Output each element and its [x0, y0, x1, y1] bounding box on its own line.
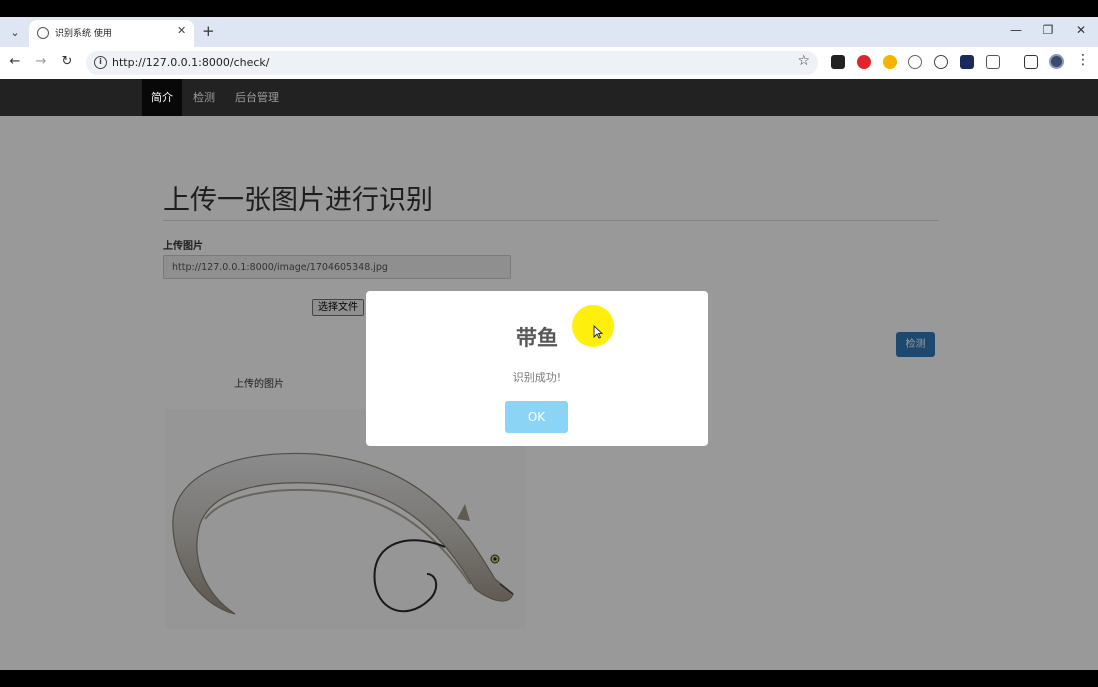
window-close-icon[interactable]: ✕: [1071, 23, 1091, 37]
mouse-cursor-icon: [593, 325, 603, 339]
url-text[interactable]: http://127.0.0.1:8000/check/: [112, 56, 270, 69]
extension-icon[interactable]: [934, 55, 948, 69]
extension-icon[interactable]: [908, 55, 922, 69]
extension-icon[interactable]: [960, 55, 974, 69]
address-bar[interactable]: i http://127.0.0.1:8000/check/ ☆: [86, 51, 818, 75]
info-icon[interactable]: i: [94, 56, 107, 69]
nav-item-intro[interactable]: 简介: [142, 79, 182, 116]
menu-icon[interactable]: ⋮: [1076, 52, 1090, 68]
nav-item-admin[interactable]: 后台管理: [235, 79, 279, 116]
back-icon[interactable]: ←: [6, 54, 24, 69]
browser-tab[interactable]: 识别系统 使用 ✕: [29, 20, 194, 47]
reload-icon[interactable]: ↻: [58, 54, 76, 69]
minimize-icon[interactable]: —: [1006, 23, 1026, 37]
tab-bar: ⌄ 识别系统 使用 ✕ + — ❐ ✕: [0, 17, 1098, 47]
extension-icon[interactable]: [857, 55, 871, 69]
side-panel-icon[interactable]: [1024, 55, 1038, 69]
screen: ⌄ 识别系统 使用 ✕ + — ❐ ✕ ← → ↻ i http://127.0…: [0, 0, 1098, 687]
restore-icon[interactable]: ❐: [1038, 23, 1058, 37]
web-page: 简介 检测 后台管理 上传一张图片进行识别 上传图片 http://127.0.…: [0, 79, 1098, 670]
dialog-title: 带鱼: [516, 326, 558, 350]
result-dialog: 带鱼 识别成功! OK: [366, 291, 708, 446]
close-icon[interactable]: ✕: [177, 24, 186, 37]
browser-toolbar: ← → ↻ i http://127.0.0.1:8000/check/ ☆ ⋮: [0, 47, 1098, 79]
dialog-message: 识别成功!: [512, 371, 562, 384]
profile-avatar[interactable]: [1049, 54, 1064, 69]
extensions-puzzle-icon[interactable]: [986, 55, 1000, 69]
new-tab-icon[interactable]: +: [202, 22, 215, 40]
screen-bottom-bar: [0, 670, 1098, 687]
nav-item-detect[interactable]: 检测: [193, 79, 215, 116]
extension-icon[interactable]: [831, 55, 845, 69]
extension-icon[interactable]: [883, 55, 897, 69]
tab-title: 识别系统 使用: [55, 29, 112, 39]
forward-icon[interactable]: →: [32, 54, 50, 69]
ok-button[interactable]: OK: [505, 401, 568, 433]
site-navbar: 简介 检测 后台管理: [0, 79, 1098, 116]
tab-search-icon[interactable]: ⌄: [5, 22, 25, 42]
bookmark-star-icon[interactable]: ☆: [797, 53, 810, 69]
globe-icon: [37, 27, 49, 39]
